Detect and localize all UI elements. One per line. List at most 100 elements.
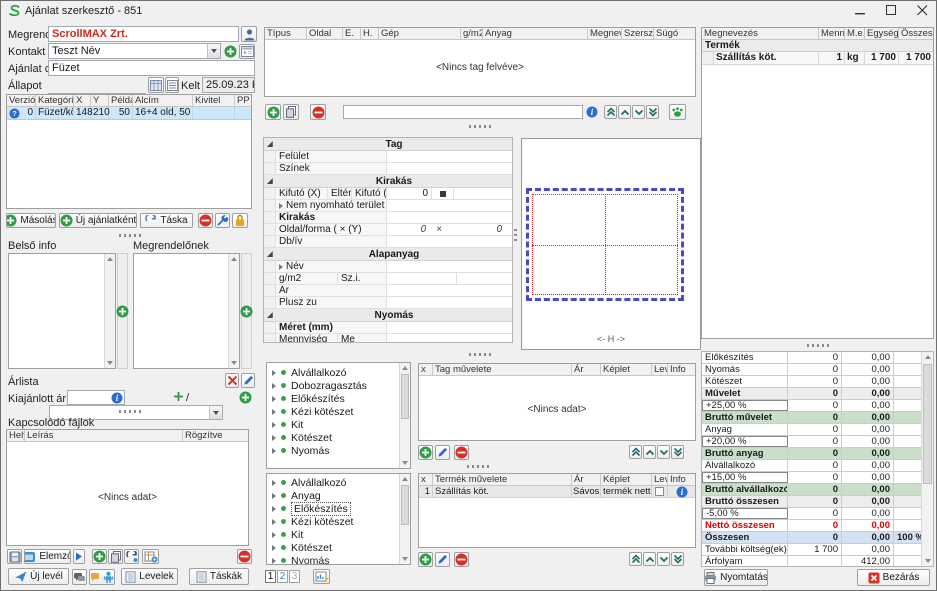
tools-button[interactable] <box>215 213 230 228</box>
belso-info-textarea[interactable] <box>8 253 116 369</box>
summary-row-rfolyam[interactable]: Árfolyam412,00 <box>702 556 923 567</box>
tag-op-top-button[interactable] <box>629 445 642 459</box>
expand-arrow-icon[interactable] <box>272 493 276 499</box>
tag-name-input[interactable] <box>343 105 583 119</box>
summary-label[interactable]: -5,00 % <box>702 508 788 519</box>
add-belso-info-button[interactable] <box>116 305 129 318</box>
add-unit-button[interactable] <box>239 391 252 404</box>
file-settings-button[interactable] <box>142 549 159 564</box>
items-group-row[interactable]: Termék <box>702 40 933 52</box>
page-button-2[interactable]: 2 <box>277 570 288 583</box>
lock-button[interactable] <box>232 213 248 228</box>
add-file-button[interactable] <box>92 549 107 564</box>
tree-item-k-t-szet[interactable]: Kötészet <box>267 541 410 554</box>
tree-item-el-k-sz-t-s[interactable]: Előkészítés <box>267 392 410 405</box>
summary-label[interactable]: +15,00 % <box>702 472 788 483</box>
group-header-tag[interactable]: ◢Tag <box>264 138 512 151</box>
splitter-grip[interactable] <box>807 344 829 347</box>
add-product-op-button[interactable] <box>418 552 433 567</box>
scrollbar[interactable] <box>399 474 410 564</box>
version-row[interactable]: ?0 Füzet/könyv 148 210 50 16+4 old, 50 p… <box>7 107 251 120</box>
sync-file-button[interactable] <box>124 549 139 564</box>
expand-arrow-icon[interactable] <box>272 409 276 415</box>
tree-item-kit[interactable]: Kit <box>267 528 410 541</box>
save-file-button[interactable] <box>7 549 22 564</box>
summary-row-el-k-sz-t-s[interactable]: Előkészítés00,00 <box>702 352 923 364</box>
page-button-3[interactable]: 3 <box>289 570 300 583</box>
splitter-grip[interactable] <box>119 410 141 413</box>
scrollbar[interactable] <box>399 363 410 468</box>
scrollbar[interactable] <box>228 254 239 368</box>
product-op-top-button[interactable] <box>629 552 642 566</box>
property-row-mennyiseg[interactable]: MennyiségMe <box>264 334 512 343</box>
group-header-alapanyag[interactable]: ◢Alapanyag <box>264 248 512 261</box>
summary-row-25-00[interactable]: +25,00 %00,00 <box>702 400 923 412</box>
taska-button[interactable]: Táska <box>140 213 193 228</box>
kontakt-combo[interactable]: Teszt Név <box>48 43 221 59</box>
expand-arrow-icon[interactable] <box>272 383 276 389</box>
delete-file-button[interactable] <box>237 549 252 564</box>
arlista-clear-button[interactable] <box>225 373 239 388</box>
customer-button[interactable] <box>241 26 257 42</box>
tree-item-k-zi-k-t-szet[interactable]: Kézi kötészet <box>267 515 410 528</box>
uj-ajanlatkent-button[interactable]: Új ajánlatként <box>59 213 137 228</box>
product-op-up-button[interactable] <box>643 552 656 566</box>
property-row-szinek[interactable]: Színek <box>264 163 512 175</box>
summary-row-15-00[interactable]: +15,00 %00,00 <box>702 472 923 484</box>
property-row-plusz-zu[interactable]: Plusz zu <box>264 297 512 309</box>
summary-row-sszesen[interactable]: Összesen00,00100 % <box>702 532 923 544</box>
price-info-icon[interactable]: i <box>111 392 123 404</box>
add-megrendelonek-button[interactable] <box>240 305 253 318</box>
expand-arrow-icon[interactable] <box>272 532 276 538</box>
tag-op-bottom-button[interactable] <box>671 445 684 459</box>
property-row-ar[interactable]: Ár <box>264 285 512 297</box>
summary-row-brutt-alv-llalkoz[interactable]: Bruttó alvállalkozó00,00 <box>702 484 923 496</box>
product-op-row[interactable]: 1 Szállítás köt. Sávos termék nettó k i <box>419 486 695 498</box>
delete-tag-op-button[interactable] <box>454 445 469 460</box>
chat-button[interactable] <box>72 569 87 585</box>
tag-op-up-button[interactable] <box>643 445 656 459</box>
op-info-icon[interactable]: i <box>676 486 688 498</box>
product-op-bottom-button[interactable] <box>671 552 684 566</box>
arlista-edit-button[interactable] <box>241 373 255 388</box>
summary-label[interactable]: +20,00 % <box>702 436 788 447</box>
move-up-button[interactable] <box>618 105 631 119</box>
expand-arrow-icon[interactable] <box>279 264 283 270</box>
add-contact-button[interactable] <box>224 45 237 58</box>
move-down-button[interactable] <box>632 105 645 119</box>
tree-item-nyom-s[interactable]: Nyomás <box>267 554 410 565</box>
expand-arrow-icon[interactable] <box>272 506 276 512</box>
summary-row-anyag[interactable]: Anyag00,00 <box>702 424 923 436</box>
expand-arrow-icon[interactable] <box>272 435 276 441</box>
megrendelonek-textarea[interactable] <box>133 253 240 369</box>
property-row-nev[interactable]: Név <box>264 261 512 273</box>
tag-op-down-button[interactable] <box>657 445 670 459</box>
paw-button[interactable] <box>669 104 686 120</box>
bezaras-button[interactable]: Bezárás <box>857 569 930 586</box>
tree-item-k-zi-k-t-szet[interactable]: Kézi kötészet <box>267 405 410 418</box>
summary-row-alv-llalkoz[interactable]: Alvállalkozó00,00 <box>702 460 923 472</box>
summary-row-k-t-szet[interactable]: Kötészet00,00 <box>702 376 923 388</box>
property-row-gm2[interactable]: g/m2Sz.i. <box>264 273 512 285</box>
delete-tag-button[interactable] <box>310 104 326 120</box>
summary-row-brutt-anyag[interactable]: Bruttó anyag00,00 <box>702 448 923 460</box>
scrollbar[interactable] <box>104 254 115 368</box>
summary-row-20-00[interactable]: +20,00 %00,00 <box>702 436 923 448</box>
property-row-oldal-forma[interactable]: Oldal/forma ( × (Y)0×0 <box>264 224 512 236</box>
expand-arrow-icon[interactable] <box>272 480 276 486</box>
masolas-button[interactable]: Másolás <box>6 213 56 228</box>
tree-item-dobozragaszt-s[interactable]: Dobozragasztás <box>267 379 410 392</box>
add-currency-button[interactable] <box>174 392 183 401</box>
scrollbar[interactable] <box>921 352 933 566</box>
item-row[interactable]: Szállítás köt. 1 kg 1 700 1 700 <box>702 52 933 65</box>
expand-arrow-icon[interactable] <box>272 422 276 428</box>
product-op-down-button[interactable] <box>657 552 670 566</box>
expand-arrow-icon[interactable] <box>279 203 283 209</box>
property-row-felulet[interactable]: Felület <box>264 151 512 163</box>
tree-item-nyom-s[interactable]: Nyomás <box>267 444 410 457</box>
property-row-nem-nyomhato[interactable]: Nem nyomható terület <box>264 200 512 212</box>
bleed-picker-button[interactable] <box>432 188 454 199</box>
megrendelo-field[interactable]: ScrollMAX Zrt. <box>48 26 239 42</box>
page-button-1[interactable]: 1 <box>265 570 276 583</box>
expand-arrow-icon[interactable] <box>272 370 276 376</box>
